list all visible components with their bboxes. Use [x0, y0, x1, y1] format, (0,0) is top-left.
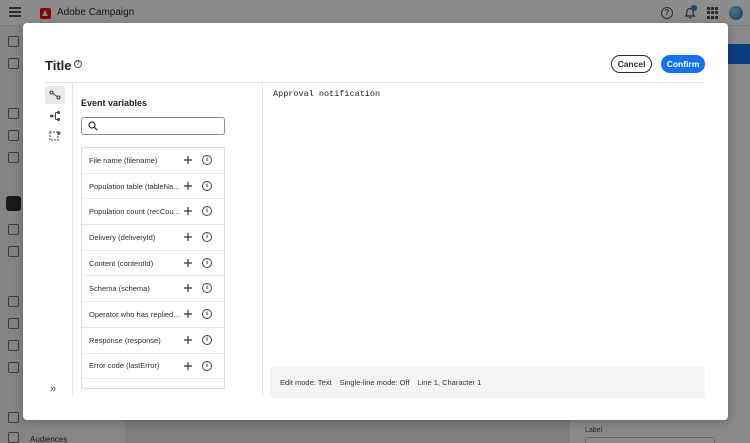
list-item: Delivery (deliveryId) i — [82, 225, 224, 251]
info-icon[interactable]: ? — [74, 60, 82, 68]
cursor-position: Line 1, Character 1 — [417, 378, 482, 387]
variable-label: Error code (lastError) — [89, 361, 160, 371]
info-icon[interactable]: i — [202, 360, 212, 371]
divider — [262, 83, 263, 396]
editor-status-bar: Edit mode: Text Single-line mode: Off Li… — [270, 367, 705, 398]
info-icon[interactable]: i — [202, 283, 212, 294]
dialog-title: Title — [45, 58, 72, 73]
variable-label: Delivery (deliveryId) — [89, 232, 156, 242]
list-item: Schema (schema) i — [82, 276, 224, 303]
tool-column: » — [45, 83, 73, 396]
variables-icon — [49, 90, 61, 100]
branch-icon — [50, 111, 60, 121]
variable-label: Response (response) — [89, 335, 161, 345]
info-icon[interactable]: i — [202, 155, 212, 165]
add-icon[interactable] — [183, 258, 193, 268]
event-variables-tool[interactable] — [45, 86, 65, 104]
add-icon[interactable] — [183, 361, 193, 371]
variable-label: Schema (schema) — [89, 284, 150, 294]
add-icon[interactable] — [183, 309, 193, 319]
info-icon[interactable]: i — [202, 334, 212, 345]
list-item: Error code (lastError) i — [82, 354, 224, 380]
expression-editor[interactable]: Approval notification — [270, 85, 705, 366]
variable-label: File name (filename) — [89, 155, 158, 165]
list-item: i — [82, 379, 224, 388]
list-item: Operator who has replied ... i — [82, 302, 224, 328]
info-icon[interactable]: i — [202, 206, 212, 217]
expression-editor-dialog: Title ? Cancel Confirm » Event variables… — [23, 23, 728, 420]
expand-chevron-icon[interactable]: » — [50, 383, 56, 395]
add-icon[interactable] — [183, 181, 193, 191]
variable-label: Content (contentId) — [89, 258, 154, 268]
single-line-status: Single-line mode: Off — [339, 378, 410, 387]
search-input[interactable] — [81, 117, 225, 135]
variables-list: File name (filename) i Population table … — [81, 147, 225, 389]
list-item: Population count (recCou... i — [82, 199, 224, 226]
cancel-button[interactable]: Cancel — [611, 55, 652, 73]
variables-heading: Event variables — [81, 98, 148, 108]
attributes-tool[interactable] — [45, 127, 65, 145]
info-icon[interactable]: i — [202, 257, 212, 268]
info-icon[interactable]: i — [202, 309, 212, 320]
variable-label: Operator who has replied ... — [89, 309, 181, 319]
variable-label: Population table (tableNa... — [89, 181, 180, 191]
search-icon — [88, 121, 98, 131]
add-icon[interactable] — [183, 155, 193, 165]
add-icon[interactable] — [183, 206, 193, 216]
functions-tool[interactable] — [45, 107, 65, 125]
list-item: File name (filename) i — [82, 148, 224, 174]
info-icon[interactable]: i — [202, 232, 212, 243]
confirm-button[interactable]: Confirm — [661, 55, 705, 73]
add-icon[interactable] — [183, 335, 193, 345]
info-icon[interactable]: i — [202, 180, 212, 191]
list-item: Response (response) i — [82, 328, 224, 354]
select-fields-icon — [49, 131, 61, 141]
add-icon[interactable] — [183, 283, 193, 293]
editor-content[interactable]: Approval notification — [273, 89, 380, 99]
divider — [45, 82, 705, 83]
list-item: Content (contentId) i — [82, 251, 224, 277]
add-icon[interactable] — [183, 232, 193, 242]
variable-label: Population count (recCou... — [89, 207, 180, 217]
edit-mode-status: Edit mode: Text — [280, 378, 332, 387]
list-item: Population table (tableNa... i — [82, 174, 224, 200]
